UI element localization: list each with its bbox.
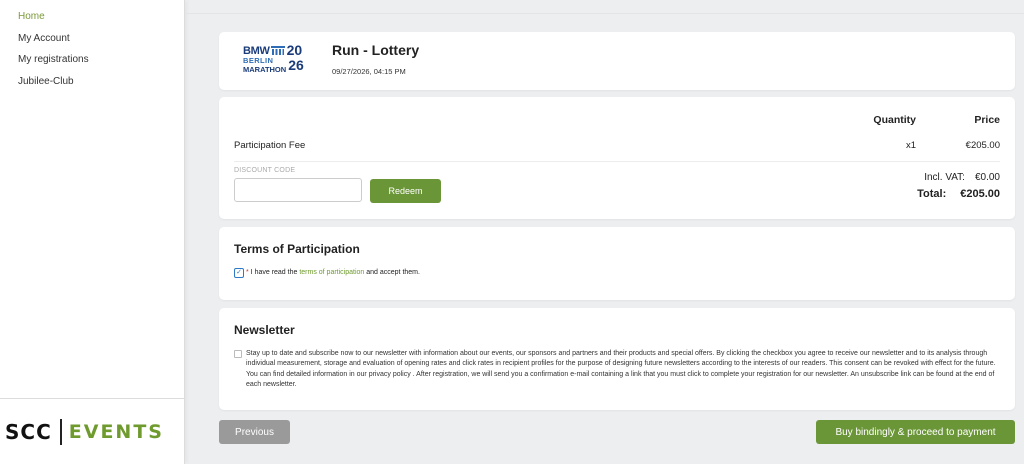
logo-year-top: 20	[286, 42, 303, 58]
fee-item-quantity: x1	[905, 140, 916, 151]
terms-text: * I have read the terms of participation…	[246, 268, 420, 278]
logo-scc-text: SCC	[5, 419, 52, 444]
newsletter-title: Newsletter	[234, 323, 295, 337]
sidebar-item-my-registrations[interactable]: My registrations	[0, 51, 184, 73]
fee-item-label: Participation Fee	[234, 140, 306, 151]
terms-card: Terms of Participation ✓ * I have read t…	[219, 227, 1015, 300]
sidebar-item-jubilee-club[interactable]: Jubilee-Club	[0, 73, 184, 95]
fee-card: Quantity Price Participation Fee x1 €205…	[219, 97, 1015, 219]
price-header: Price	[974, 114, 1000, 126]
previous-button[interactable]: Previous	[219, 420, 290, 444]
checkmark-icon: ✓	[236, 269, 242, 276]
logo-divider	[59, 418, 62, 445]
logo-events-text: EVENTS	[68, 420, 164, 443]
sidebar: Home My Account My registrations Jubilee…	[0, 0, 185, 464]
sidebar-item-my-account[interactable]: My Account	[0, 30, 184, 52]
total-row: Total: €205.00	[917, 188, 1000, 200]
terms-title: Terms of Participation	[234, 242, 360, 256]
quantity-header: Quantity	[873, 114, 916, 126]
event-date: 09/27/2026, 04:15 PM	[332, 67, 406, 76]
fee-divider	[234, 161, 1000, 162]
terms-text-after: and accept them.	[364, 269, 420, 276]
newsletter-text: Stay up to date and subscribe now to our…	[246, 350, 996, 388]
total-label: Total:	[917, 188, 947, 200]
newsletter-card: Newsletter Stay up to date and subscribe…	[219, 308, 1015, 410]
fee-item-price: €205.00	[965, 140, 1000, 151]
terms-link[interactable]: terms of participation	[299, 269, 364, 276]
berlin-marathon-logo: BMW 20 BERLIN MARATHON 26	[243, 42, 315, 76]
redeem-button[interactable]: Redeem	[370, 179, 441, 203]
logo-bmw-text: BMW	[243, 44, 270, 57]
newsletter-checkbox[interactable]	[234, 350, 242, 358]
terms-text-before: I have read the	[248, 269, 300, 276]
logo-berlin-text: BERLIN	[243, 56, 274, 65]
vat-label: Incl. VAT:	[924, 172, 965, 183]
event-title: Run - Lottery	[332, 42, 420, 58]
event-card: BMW 20 BERLIN MARATHON 26 Run - Lottery …	[219, 32, 1015, 90]
sidebar-nav: Home My Account My registrations Jubilee…	[0, 0, 184, 94]
total-value: €205.00	[960, 188, 1000, 200]
brandenburg-gate-icon	[270, 46, 285, 55]
discount-code-input[interactable]	[234, 178, 362, 202]
vat-row: Incl. VAT: €0.00	[924, 172, 1000, 183]
terms-checkbox[interactable]: ✓	[234, 268, 244, 278]
buy-proceed-button[interactable]: Buy bindingly & proceed to payment	[816, 420, 1015, 444]
sidebar-item-home[interactable]: Home	[0, 8, 184, 30]
scc-events-logo: SCC EVENTS	[0, 398, 184, 464]
logo-year-bottom: 26	[288, 57, 304, 73]
discount-code-label: DISCOUNT CODE	[234, 167, 296, 174]
logo-marathon-text: MARATHON	[243, 65, 287, 74]
top-bar	[186, 0, 1024, 14]
vat-value: €0.00	[974, 172, 1000, 183]
